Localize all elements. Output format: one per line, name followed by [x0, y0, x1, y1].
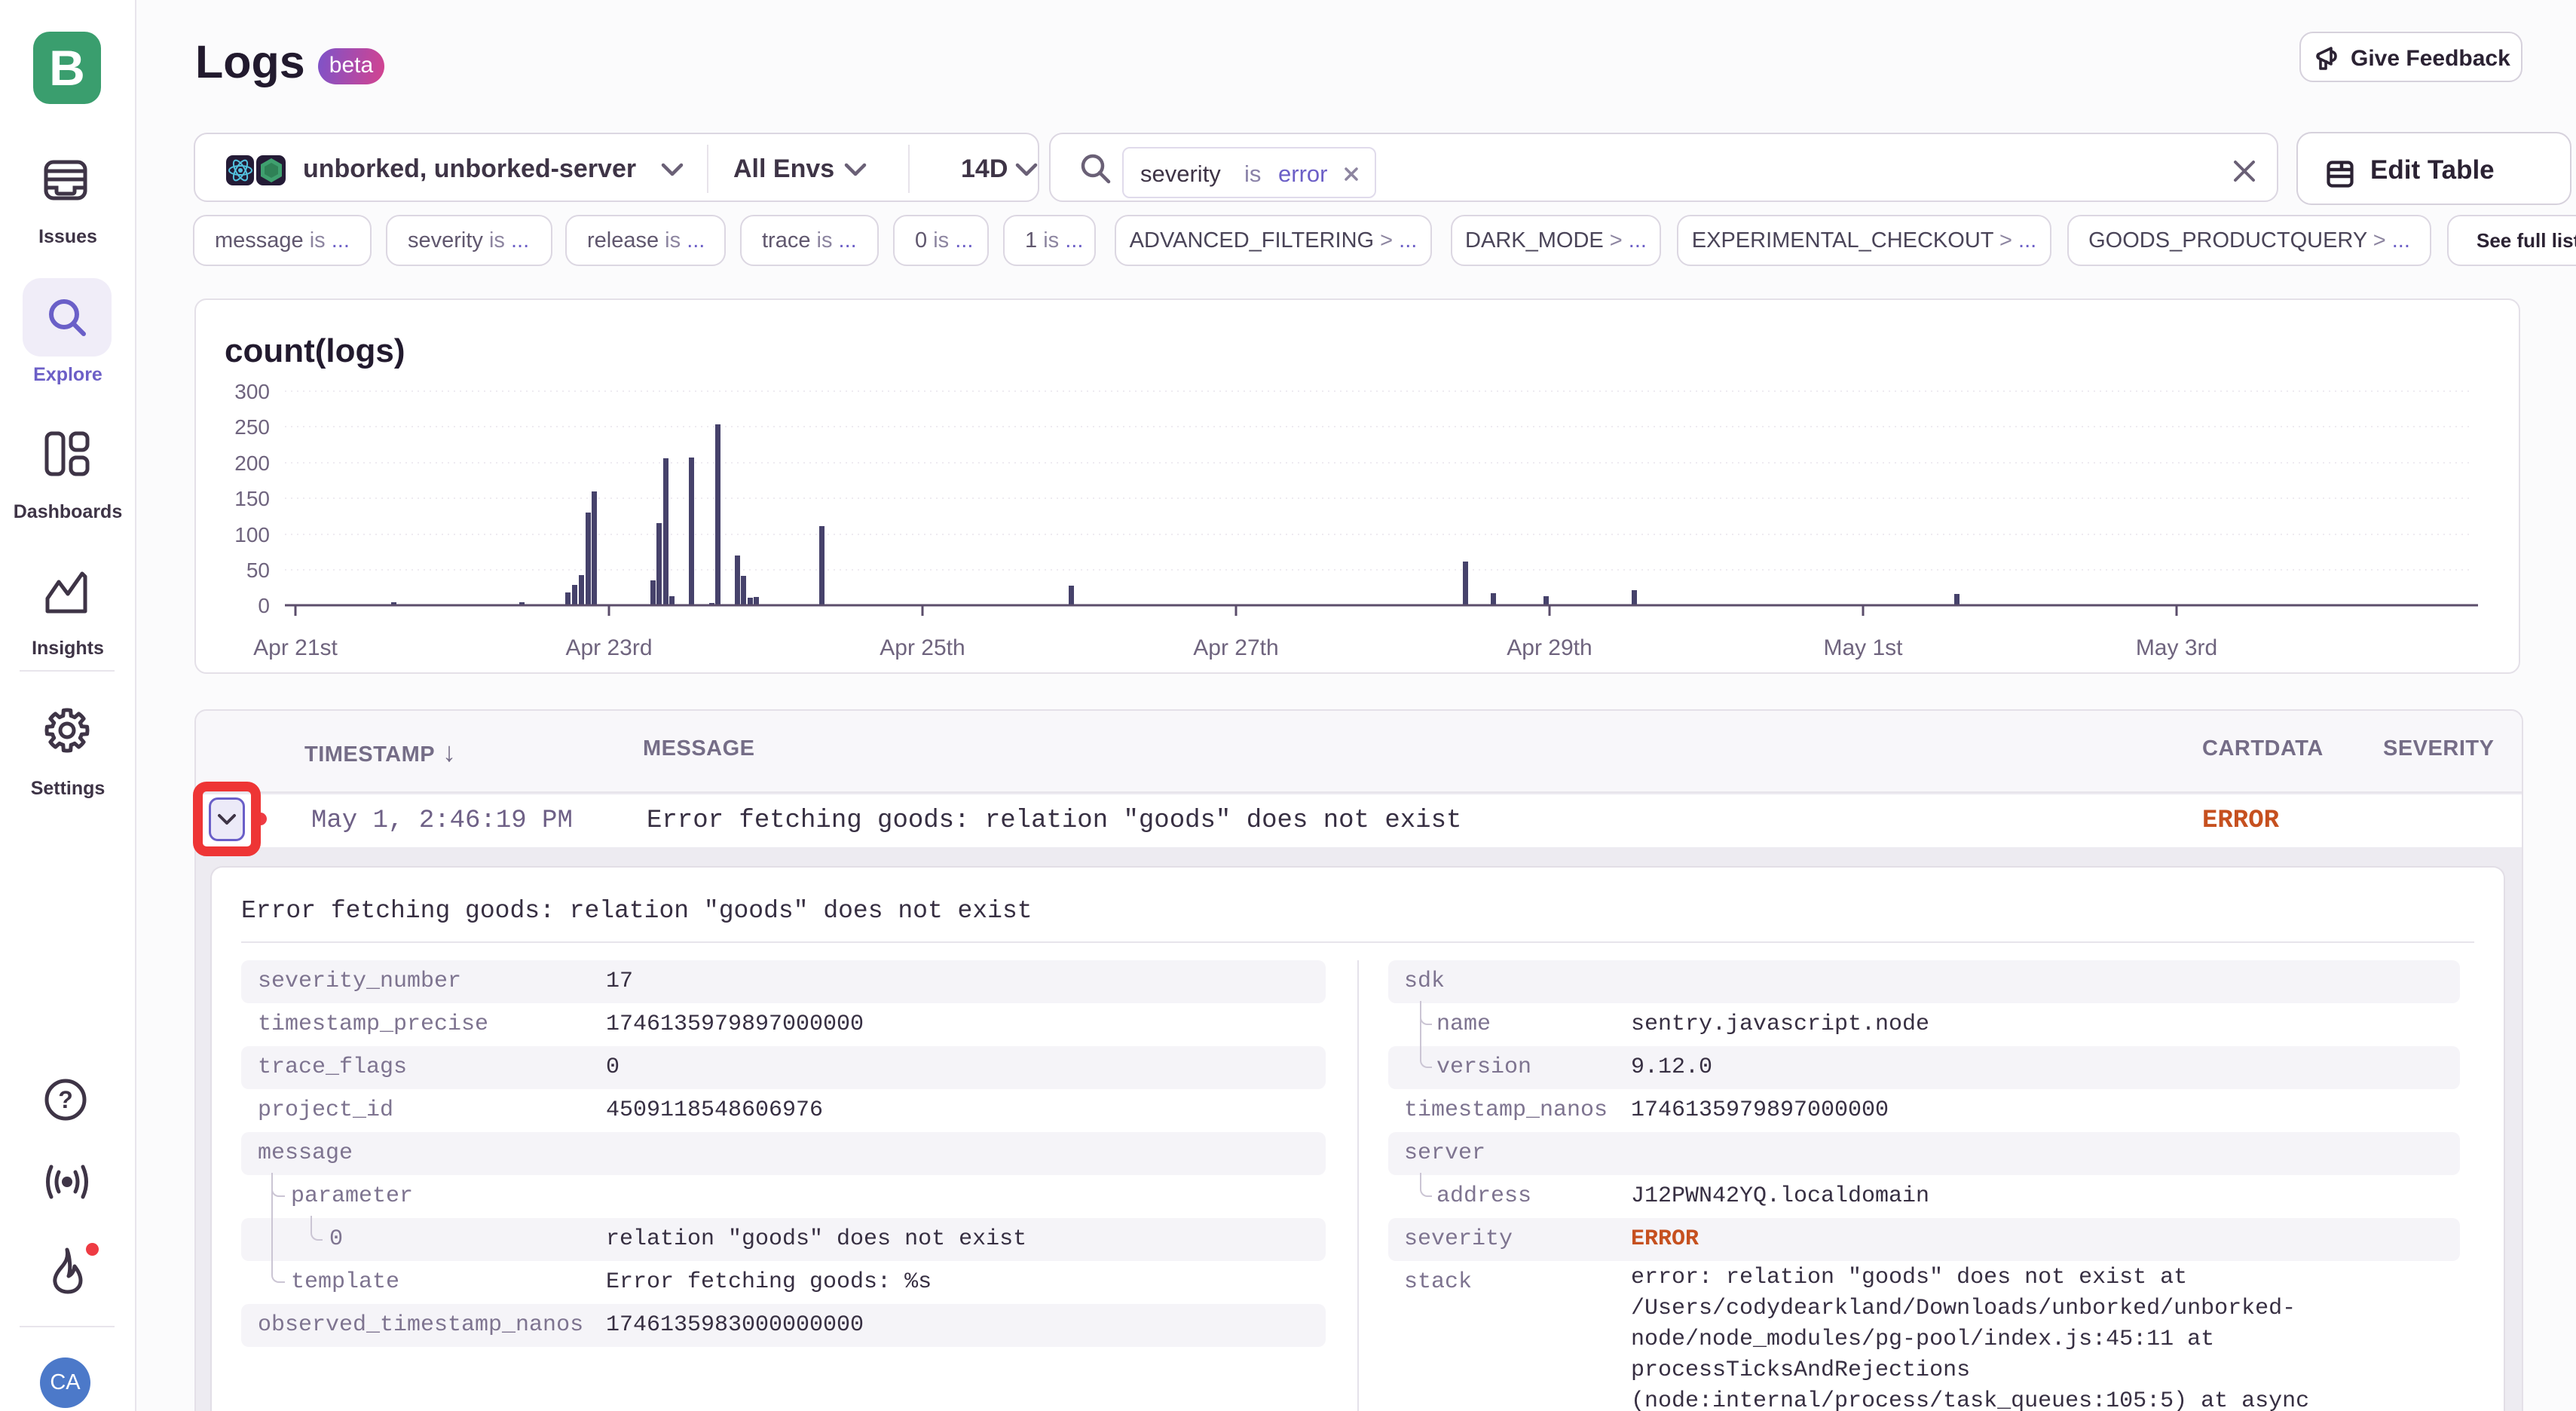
- svg-text:300: 300: [234, 380, 270, 403]
- svg-text:Apr 25th: Apr 25th: [880, 635, 965, 660]
- svg-text:Apr 21st: Apr 21st: [253, 635, 338, 660]
- svg-text:Apr 29th: Apr 29th: [1507, 635, 1592, 660]
- svg-text:50: 50: [246, 559, 270, 582]
- svg-text:150: 150: [234, 487, 270, 510]
- svg-text:100: 100: [234, 523, 270, 546]
- svg-text:0: 0: [258, 594, 270, 617]
- svg-text:?: ?: [58, 1086, 73, 1113]
- svg-text:May 3rd: May 3rd: [2136, 635, 2217, 660]
- svg-text:200: 200: [234, 451, 270, 475]
- svg-text:Apr 23rd: Apr 23rd: [565, 635, 652, 660]
- svg-text:250: 250: [234, 415, 270, 439]
- svg-text:May 1st: May 1st: [1823, 635, 1903, 660]
- svg-text:Apr 27th: Apr 27th: [1193, 635, 1278, 660]
